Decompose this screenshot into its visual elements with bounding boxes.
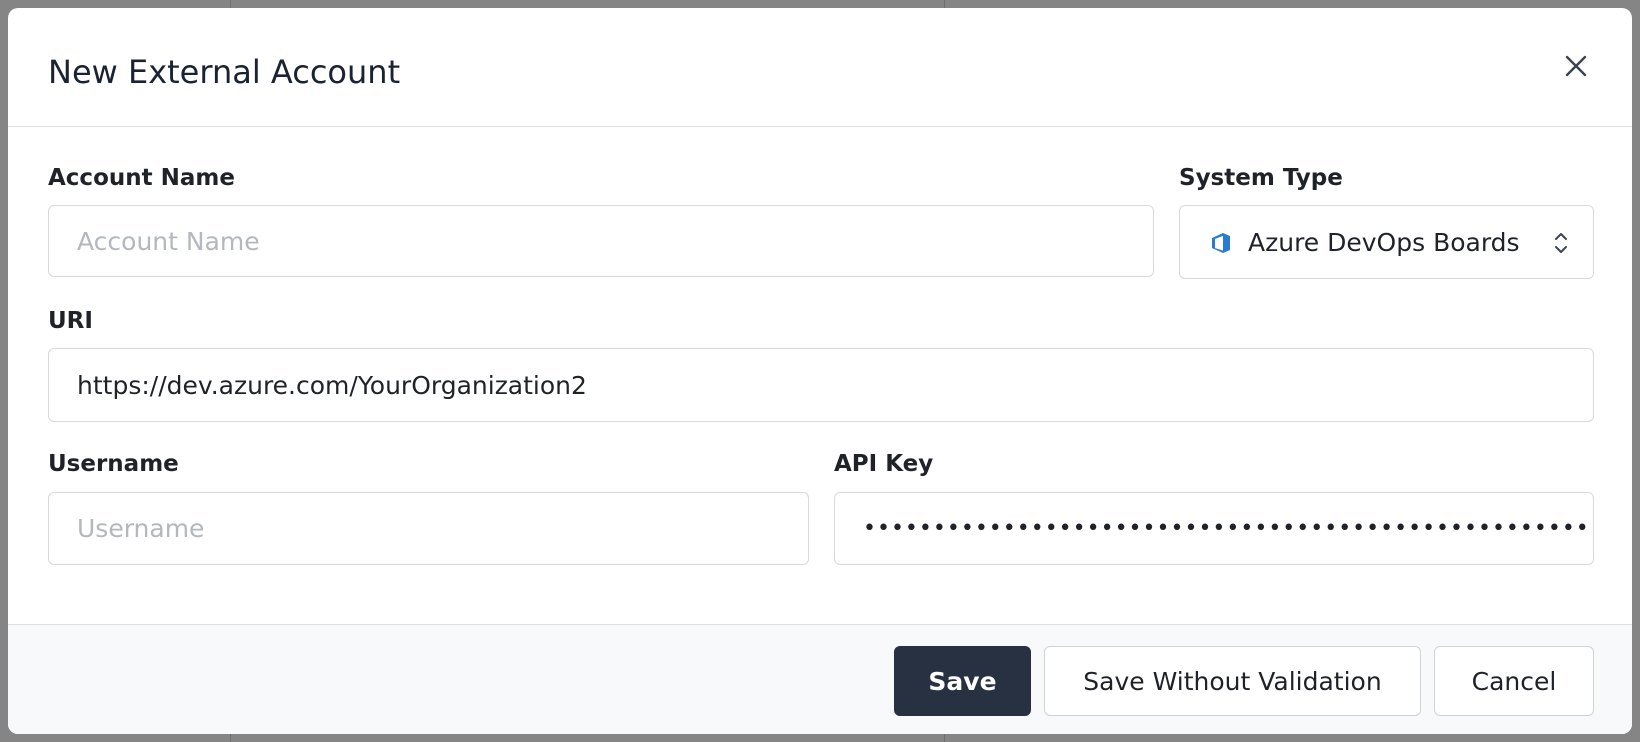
system-type-value: Azure DevOps Boards (1248, 228, 1520, 257)
api-key-label: API Key (834, 451, 934, 477)
dialog-header: New External Account (8, 8, 1632, 127)
uri-input[interactable] (48, 348, 1594, 422)
account-name-label: Account Name (48, 165, 235, 191)
uri-label: URI (48, 308, 93, 334)
save-without-validation-button[interactable]: Save Without Validation (1044, 646, 1421, 716)
close-button[interactable] (1558, 48, 1594, 84)
new-external-account-dialog: New External Account Account Name System… (8, 8, 1632, 734)
cancel-button[interactable]: Cancel (1434, 646, 1594, 716)
azure-devops-icon (1212, 233, 1230, 253)
account-name-input[interactable] (48, 205, 1154, 277)
system-type-label: System Type (1179, 165, 1343, 191)
dialog-footer: Save Save Without Validation Cancel (8, 624, 1632, 734)
username-input[interactable] (48, 492, 809, 565)
system-type-select[interactable]: Azure DevOps Boards (1179, 205, 1594, 279)
close-icon (1565, 55, 1587, 77)
chevron-up-down-icon (1555, 233, 1567, 253)
dialog-title: New External Account (48, 53, 401, 91)
save-button[interactable]: Save (894, 646, 1031, 716)
username-label: Username (48, 451, 179, 477)
api-key-input[interactable] (834, 492, 1594, 565)
